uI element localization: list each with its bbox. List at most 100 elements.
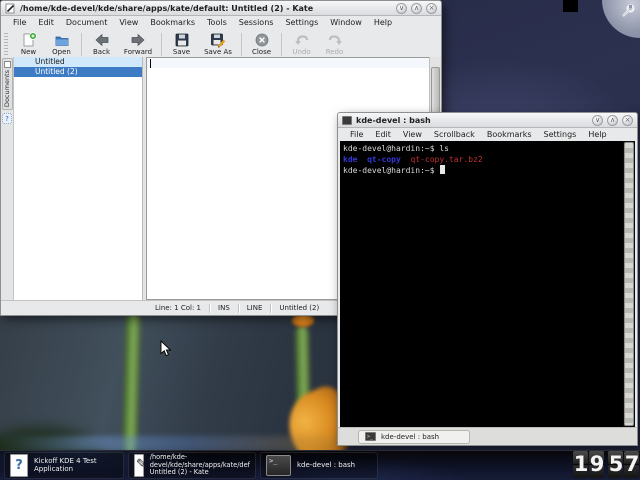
save-floppy-icon <box>174 32 190 48</box>
terminal-archive-file: qt-copy.tar.bz2 <box>410 155 482 164</box>
taskbar-item-kate[interactable]: ✎ /home/kde- devel/kde/share/apps/kate/d… <box>128 452 256 479</box>
toolbar-label: Open <box>52 48 71 56</box>
text-caret <box>150 59 151 68</box>
task-label: kde-devel : bash <box>297 462 355 470</box>
toolbar-separator <box>281 33 282 56</box>
toolbar-label: Save As <box>204 48 232 56</box>
current-line-highlight <box>147 58 429 68</box>
maximize-button[interactable]: ∧ <box>411 3 422 14</box>
kate-toolbar: New Open Back Forward <box>1 30 441 58</box>
kate-window-title: /home/kde-devel/kde/share/apps/kate/defa… <box>20 4 313 13</box>
wallpaper-blue-streak <box>0 436 340 451</box>
question-glyph: ? <box>11 455 27 477</box>
taskbar-item-kickoff[interactable]: ? Kickoff KDE 4 Test Application <box>4 452 124 479</box>
save-as-floppy-pencil-icon <box>210 32 226 48</box>
session-tab-label: kde-devel : bash <box>381 433 439 441</box>
session-tab[interactable]: >_ kde-devel : bash <box>358 430 470 444</box>
konsole-menubar: File Edit View Scrollback Bookmarks Sett… <box>338 128 637 142</box>
scroll-up-arrow-icon[interactable] <box>430 57 441 66</box>
toolbar-drag-handle[interactable] <box>4 33 8 56</box>
menu-settings[interactable]: Settings <box>538 130 583 139</box>
menu-help[interactable]: Help <box>368 18 398 27</box>
terminal-tab-icon: >_ <box>365 432 376 441</box>
shade-button[interactable]: ∨ <box>592 115 603 126</box>
konsole-titlebar[interactable]: kde-devel : bash ∨ ∧ × <box>338 113 637 128</box>
pencil-glyph: ✎ <box>136 457 147 472</box>
document-list-item-selected[interactable]: Untitled (2) <box>14 67 142 77</box>
toolbar-label: Back <box>93 48 110 56</box>
new-button[interactable]: New <box>12 32 45 56</box>
scrollbar-thumb[interactable] <box>431 67 440 113</box>
statusbar-insert-mode: INS <box>210 304 238 312</box>
menu-document[interactable]: Document <box>60 18 113 27</box>
kate-left-sidebar: Documents ? <box>1 57 14 300</box>
maximize-button[interactable]: ∧ <box>607 115 618 126</box>
redo-icon <box>327 32 343 48</box>
close-document-button[interactable]: Close <box>245 32 278 56</box>
konsole-app-icon <box>342 116 352 125</box>
clock-digit: 9 <box>589 451 604 478</box>
menu-tools[interactable]: Tools <box>201 18 233 27</box>
sidebar-help-button[interactable]: ? <box>2 113 12 124</box>
close-button[interactable]: × <box>622 115 633 126</box>
documents-icon <box>4 61 11 68</box>
menu-bookmarks[interactable]: Bookmarks <box>144 18 201 27</box>
menu-help[interactable]: Help <box>582 130 612 139</box>
konsole-tabbar: >_ kde-devel : bash <box>338 427 637 445</box>
toolbar-separator <box>161 33 162 56</box>
statusbar-document-name: Untitled (2) <box>271 304 327 312</box>
menu-settings[interactable]: Settings <box>279 18 324 27</box>
toolbar-label: Redo <box>326 48 344 56</box>
konsole-window: kde-devel : bash ∨ ∧ × File Edit View Sc… <box>337 112 638 446</box>
terminal-block-cursor <box>440 165 445 174</box>
toolbar-label: Forward <box>124 48 152 56</box>
save-as-button[interactable]: Save As <box>198 32 238 56</box>
terminal-dir-kde: kde <box>343 155 357 164</box>
menu-file[interactable]: File <box>7 18 32 27</box>
statusbar-position: Line: 1 Col: 1 <box>147 304 209 312</box>
document-list-item[interactable]: Untitled <box>14 57 142 67</box>
forward-button[interactable]: Forward <box>118 32 158 56</box>
terminal-area[interactable]: kde-devel@hardin:~$ ls kde qt-copy qt-co… <box>340 141 635 427</box>
statusbar-line-mode: LINE <box>239 304 271 312</box>
toolbar-label: Undo <box>292 48 310 56</box>
clock-digit: 1 <box>573 451 588 478</box>
forward-arrow-icon <box>130 32 146 48</box>
back-button[interactable]: Back <box>85 32 118 56</box>
kate-icon: ✎ <box>134 454 144 477</box>
kate-app-icon <box>5 3 16 14</box>
redo-button: Redo <box>318 32 351 56</box>
task-label: Application <box>34 466 97 474</box>
terminal-scrollbar[interactable] <box>623 141 635 427</box>
menu-file[interactable]: File <box>344 130 369 139</box>
toolbar-label: New <box>21 48 36 56</box>
undo-icon <box>294 32 310 48</box>
menu-window[interactable]: Window <box>324 18 368 27</box>
undo-button: Undo <box>285 32 318 56</box>
back-arrow-icon <box>94 32 110 48</box>
save-button[interactable]: Save <box>165 32 198 56</box>
terminal-scrollbar-thumb[interactable] <box>624 142 634 426</box>
mouse-cursor <box>160 340 172 361</box>
open-button[interactable]: Open <box>45 32 78 56</box>
black-notch <box>563 0 578 12</box>
kate-menubar: File Edit Document View Bookmarks Tools … <box>1 16 441 30</box>
menu-bookmarks[interactable]: Bookmarks <box>481 130 538 139</box>
close-button[interactable]: × <box>426 3 437 14</box>
shade-button[interactable]: ∨ <box>396 3 407 14</box>
menu-edit[interactable]: Edit <box>369 130 397 139</box>
clock-digit: 5 <box>608 451 623 478</box>
open-folder-icon <box>54 32 70 48</box>
menu-view[interactable]: View <box>113 18 144 27</box>
taskbar-item-konsole[interactable]: >_ kde-devel : bash <box>260 452 378 479</box>
menu-scrollback[interactable]: Scrollback <box>428 130 481 139</box>
sidebar-tab-documents[interactable]: Documents <box>2 58 13 110</box>
clock-digit: 7 <box>624 451 639 478</box>
menu-sessions[interactable]: Sessions <box>233 18 280 27</box>
task-label: Untitled (2) - Kate <box>150 469 250 477</box>
document-list: Untitled Untitled (2) <box>14 57 143 300</box>
kate-titlebar[interactable]: /home/kde-devel/kde/share/apps/kate/defa… <box>1 1 441 16</box>
menu-edit[interactable]: Edit <box>32 18 60 27</box>
toolbar-label: Close <box>252 48 271 56</box>
menu-view[interactable]: View <box>397 130 428 139</box>
